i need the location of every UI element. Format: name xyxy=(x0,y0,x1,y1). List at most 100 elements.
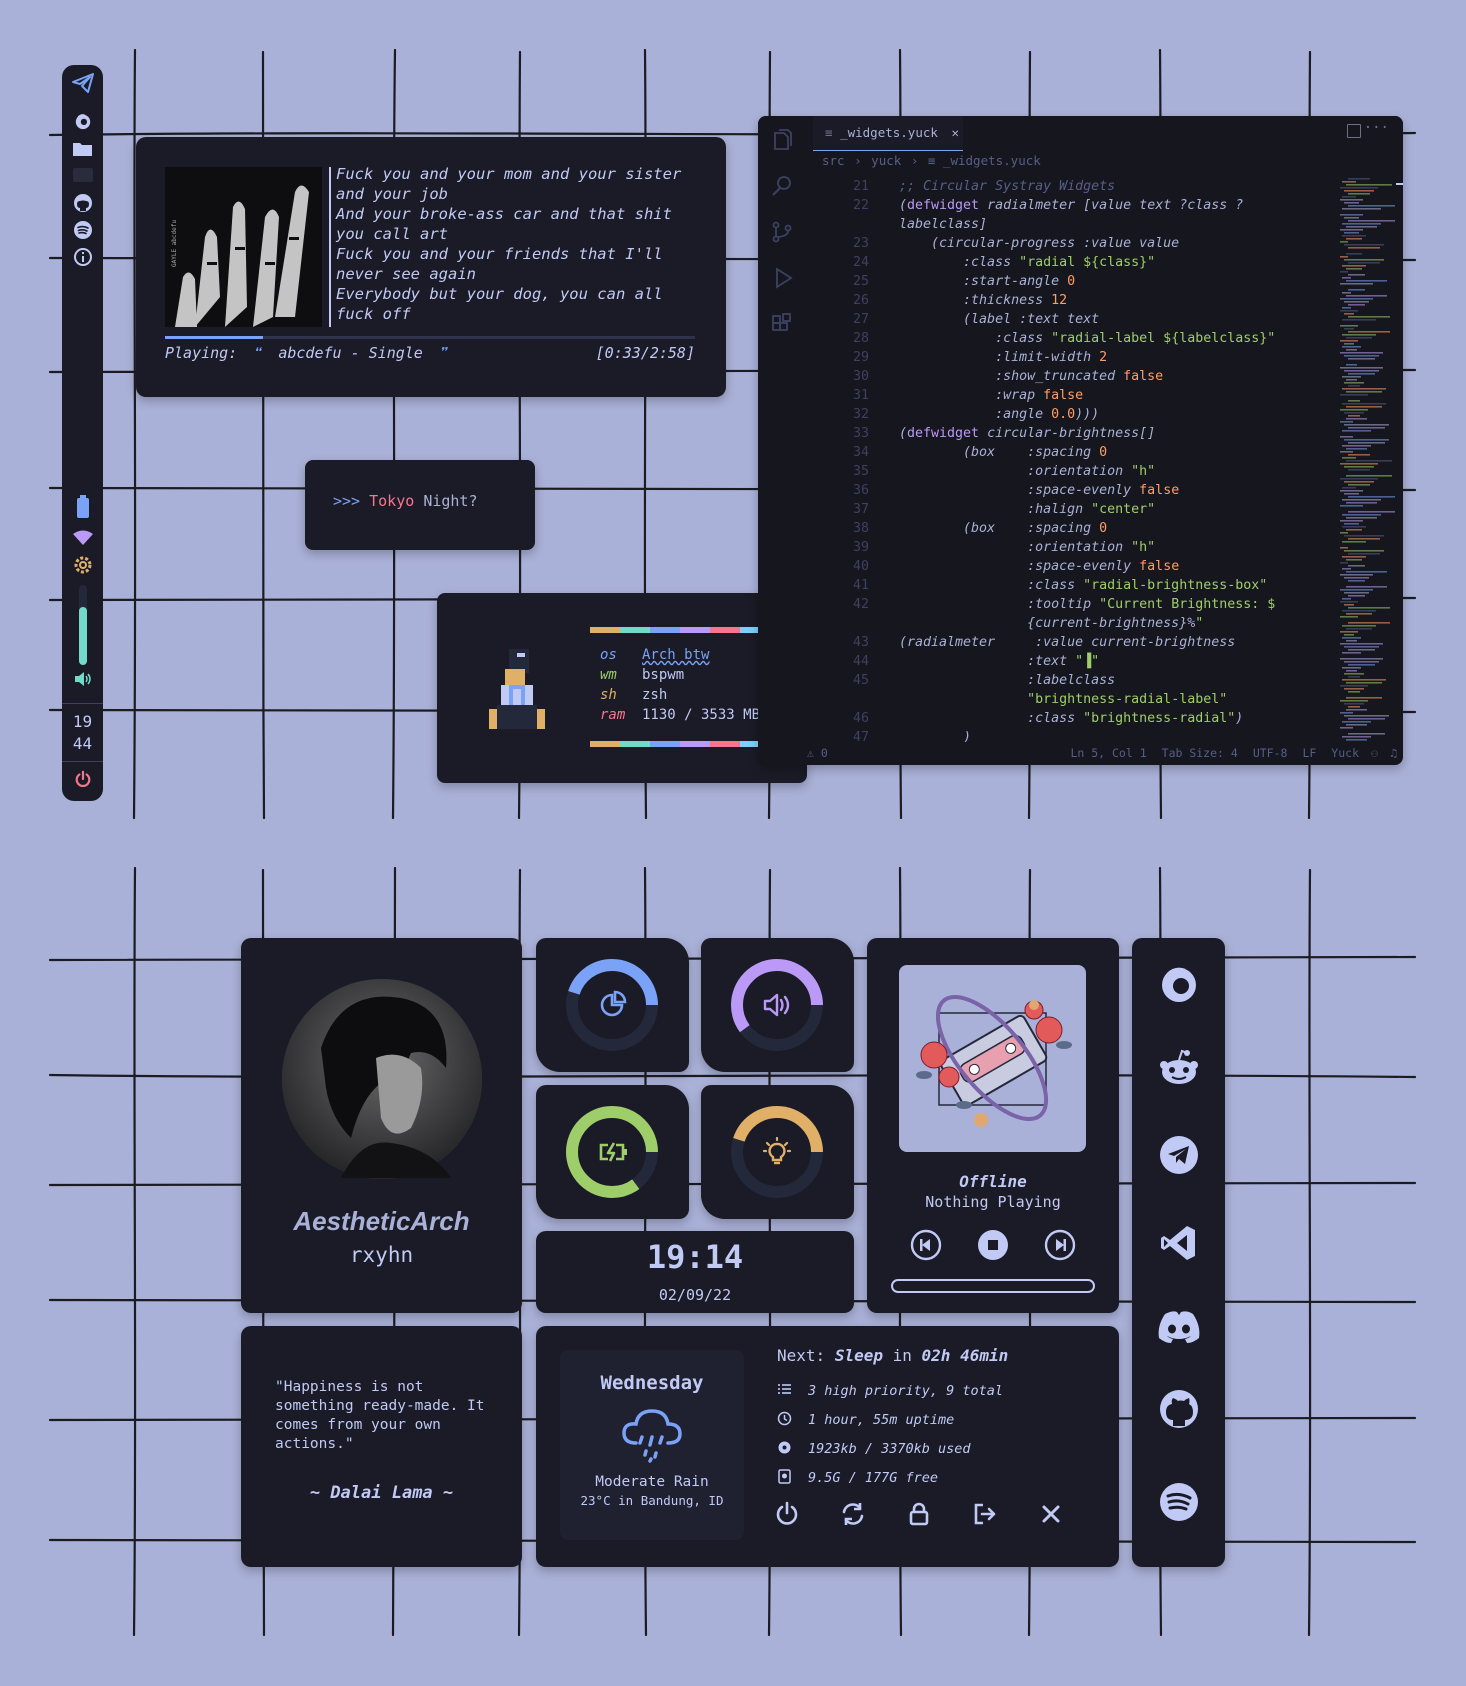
code-line[interactable]: 34 (box :spacing 0 xyxy=(805,443,1325,462)
code-line[interactable]: 46 :class "brightness-radial") xyxy=(805,709,1325,728)
breadcrumb-item[interactable]: src xyxy=(822,153,845,168)
stop-icon[interactable] xyxy=(977,1229,1009,1261)
code-line[interactable]: 27 (label :text text xyxy=(805,310,1325,329)
code-line[interactable]: "brightness-radial-label" xyxy=(805,690,1325,709)
status-item[interactable]: Ln 5, Col 1 xyxy=(1070,746,1146,760)
code-line[interactable]: 33 (defwidget circular-brightness[] xyxy=(805,424,1325,443)
code-line[interactable]: 36 :space-evenly false xyxy=(805,481,1325,500)
tab-widgets-yuck[interactable]: ≡ _widgets.yuck ✕ xyxy=(813,116,963,151)
code-line[interactable]: 28 :class "radial-label ${labelclass}" xyxy=(805,329,1325,348)
bell-icon[interactable]: ♫ xyxy=(1390,742,1397,765)
status-item[interactable]: Yuck xyxy=(1331,746,1359,760)
code-line[interactable]: 47 ) xyxy=(805,728,1325,742)
minimap-line xyxy=(1342,457,1356,459)
search-icon[interactable] xyxy=(770,174,794,198)
prompt-arrows: >>> xyxy=(333,492,361,510)
volume-meter[interactable] xyxy=(701,938,854,1072)
minimap-line xyxy=(1340,271,1348,273)
brightness-slider-track[interactable] xyxy=(78,585,87,665)
code-line[interactable]: 43 (radialmeter :value current-brightness xyxy=(805,633,1325,652)
terminal-icon[interactable] xyxy=(72,168,93,182)
status-item[interactable]: LF xyxy=(1302,746,1316,760)
extensions-icon[interactable] xyxy=(770,312,794,336)
battery-meter[interactable] xyxy=(536,1085,689,1219)
minimap-line xyxy=(1348,511,1395,513)
code-line[interactable]: 23 (circular-progress :value value xyxy=(805,234,1325,253)
discord-icon[interactable] xyxy=(1157,1310,1201,1344)
song-progress-track[interactable] xyxy=(165,336,695,339)
code-line[interactable]: 25 :start-angle 0 xyxy=(805,272,1325,291)
breadcrumb-item[interactable]: yuck xyxy=(871,153,901,168)
vscode-icon[interactable] xyxy=(1160,1224,1198,1262)
code-line[interactable]: 39 :orientation "h" xyxy=(805,538,1325,557)
code-line[interactable]: 24 :class "radial ${class}" xyxy=(805,253,1325,272)
status-item[interactable]: UTF-8 xyxy=(1253,746,1288,760)
code-line[interactable]: 41 :class "radial-brightness-box" xyxy=(805,576,1325,595)
code-line[interactable]: 35 :orientation "h" xyxy=(805,462,1325,481)
folder-icon[interactable] xyxy=(72,140,94,158)
line-text: (defwidget circular-brightness[] xyxy=(899,426,1156,441)
feedback-icon[interactable]: ⚇ xyxy=(1371,742,1378,765)
power-icon[interactable] xyxy=(74,770,92,788)
brightness-meter[interactable] xyxy=(701,1085,854,1219)
problems-count[interactable]: 0 xyxy=(821,746,828,760)
breadcrumb-item[interactable]: _widgets.yuck xyxy=(943,153,1041,168)
code-area[interactable]: 21 ;; Circular Systray Widgets 22 (defwidge… xyxy=(805,177,1325,742)
code-line[interactable]: 21 ;; Circular Systray Widgets xyxy=(805,177,1325,196)
logout-icon[interactable] xyxy=(972,1501,998,1527)
code-line[interactable]: {current-brightness}%" xyxy=(805,614,1325,633)
code-line[interactable]: 44 :text "▐" xyxy=(805,652,1325,671)
close-icon[interactable] xyxy=(1038,1501,1064,1527)
code-line[interactable]: 32 :angle 0.0))) xyxy=(805,405,1325,424)
line-number: 27 xyxy=(852,312,869,327)
telegram-icon[interactable] xyxy=(71,71,95,95)
spotify-icon[interactable] xyxy=(1159,1482,1199,1522)
spotify-icon[interactable] xyxy=(73,220,93,240)
github-icon[interactable] xyxy=(73,193,93,213)
power-icon[interactable] xyxy=(774,1501,800,1527)
minimap-line xyxy=(1340,658,1383,660)
code-line[interactable]: 40 :space-evenly false xyxy=(805,557,1325,576)
code-line[interactable]: 29 :limit-width 2 xyxy=(805,348,1325,367)
ram-meter[interactable] xyxy=(536,938,689,1072)
disk-icon xyxy=(778,1469,791,1484)
more-actions-icon[interactable]: ··· xyxy=(1364,120,1389,136)
next-track-icon[interactable] xyxy=(1044,1229,1076,1261)
split-editor-icon[interactable] xyxy=(1347,124,1361,138)
code-line[interactable]: 26 :thickness 12 xyxy=(805,291,1325,310)
info-icon[interactable] xyxy=(73,247,93,267)
code-line[interactable]: 31 :wrap false xyxy=(805,386,1325,405)
activity-bar xyxy=(758,116,805,765)
code-line[interactable]: labelclass] xyxy=(805,215,1325,234)
color-swatch xyxy=(680,627,710,633)
run-debug-icon[interactable] xyxy=(770,266,794,290)
code-line[interactable]: 37 :halign "center" xyxy=(805,500,1325,519)
code-line[interactable]: 22 (defwidget radialmeter [value text ?cl… xyxy=(805,196,1325,215)
fetch-row: wm bspwm xyxy=(600,665,760,685)
lock-icon[interactable] xyxy=(906,1501,932,1527)
minimap[interactable] xyxy=(1338,174,1398,744)
github-icon[interactable] xyxy=(1159,1389,1199,1429)
volume-icon[interactable] xyxy=(74,671,92,687)
tab-close-icon[interactable]: ✕ xyxy=(951,125,959,140)
code-line[interactable]: 45 :labelclass xyxy=(805,671,1325,690)
previous-track-icon[interactable] xyxy=(910,1229,942,1261)
telegram-icon[interactable] xyxy=(1159,1135,1199,1175)
files-icon[interactable] xyxy=(770,128,794,152)
minimap-line xyxy=(1348,676,1360,678)
reddit-icon[interactable] xyxy=(1157,1048,1201,1088)
source-control-icon[interactable] xyxy=(770,220,794,244)
player-progress-bar[interactable] xyxy=(891,1279,1095,1293)
code-line[interactable]: 42 :tooltip "Current Brightness: $ xyxy=(805,595,1325,614)
reboot-icon[interactable] xyxy=(840,1501,866,1527)
now-playing-line: Playing: ❝ abcdefu - Single ❞ [0:33/2:58… xyxy=(165,344,695,366)
status-item[interactable]: Tab Size: 4 xyxy=(1162,746,1238,760)
color-swatch xyxy=(590,627,620,633)
scrollbar-indicator[interactable] xyxy=(1396,183,1403,185)
firefox-icon[interactable] xyxy=(1159,964,1199,1004)
warning-icon[interactable]: ⚠ xyxy=(807,746,814,760)
firefox-icon[interactable] xyxy=(74,112,92,130)
code-line[interactable]: 38 (box :spacing 0 xyxy=(805,519,1325,538)
minimap-line xyxy=(1348,718,1385,720)
code-line[interactable]: 30 :show_truncated false xyxy=(805,367,1325,386)
